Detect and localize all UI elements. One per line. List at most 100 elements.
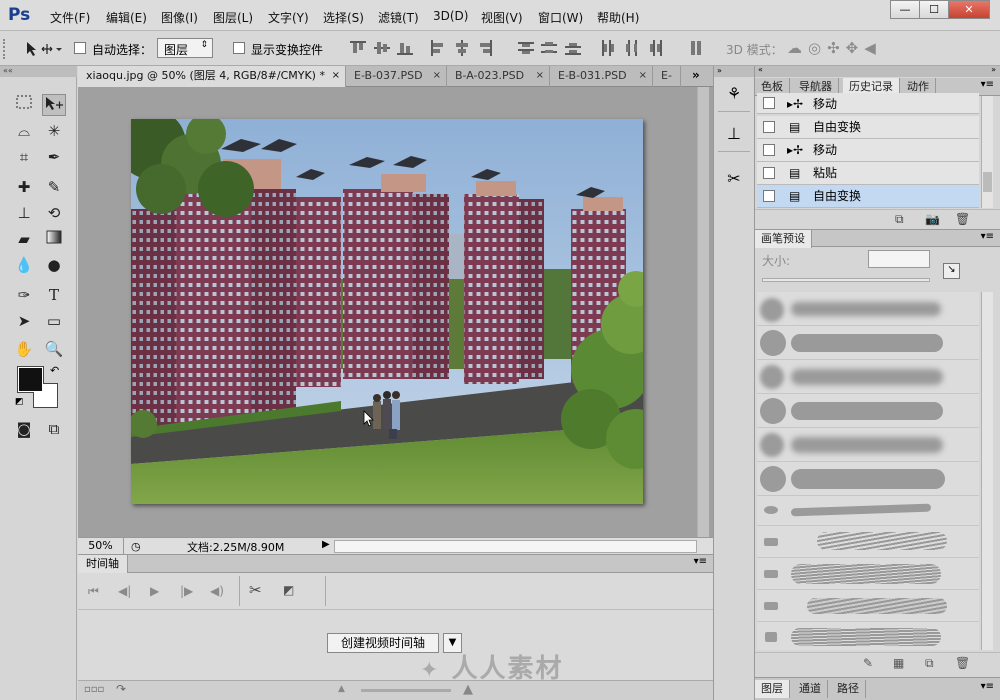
auto-align-icon[interactable] <box>688 40 704 56</box>
blur-tool-icon[interactable]: 💧 <box>12 254 36 276</box>
zoom-slider[interactable] <box>361 689 451 692</box>
auto-select-checkbox[interactable] <box>74 42 86 54</box>
distribute-hcenter-icon[interactable] <box>624 40 640 56</box>
align-right-icon[interactable] <box>477 40 493 56</box>
scroll-thumb[interactable] <box>983 172 992 192</box>
status-menu-arrow-icon[interactable]: ▶ <box>322 539 330 550</box>
align-vcenter-icon[interactable] <box>374 40 390 56</box>
brush-preset-item[interactable] <box>757 394 979 428</box>
brush-size-input[interactable] <box>868 250 930 268</box>
tab-e-overflow[interactable]: E- <box>653 66 681 87</box>
distribute-vcenter-icon[interactable] <box>541 40 557 56</box>
panel-menu-icon[interactable]: ▾≡ <box>981 231 994 242</box>
tab-xiaoqu[interactable]: xiaoqu.jpg @ 50% (图层 4, RGB/8#/CMYK) * × <box>78 66 346 87</box>
new-preset-icon[interactable]: ⧉ <box>925 656 934 671</box>
history-brush-source[interactable] <box>763 97 775 109</box>
scissors-icon[interactable]: ✂ <box>249 581 262 599</box>
collapse-icon[interactable]: » <box>991 65 996 74</box>
rectangle-tool-icon[interactable]: ▭ <box>42 310 66 332</box>
audio-icon[interactable]: ◀) <box>210 584 224 598</box>
brush-tool-icon[interactable]: ✎ <box>42 176 66 198</box>
slide-3d-icon[interactable]: ✥ <box>846 39 865 57</box>
close-tab-icon[interactable]: × <box>433 66 441 86</box>
type-tool-icon[interactable]: T <box>42 284 66 306</box>
zoom-tool-icon[interactable]: 🔍 <box>42 338 66 360</box>
gradient-tool-icon[interactable] <box>42 228 66 250</box>
delete-state-icon[interactable]: 🗑 <box>955 212 970 226</box>
lasso-tool-icon[interactable]: ⌓ <box>12 120 36 142</box>
transform-controls-checkbox[interactable] <box>233 42 245 54</box>
menu-edit[interactable]: 编辑(E) <box>106 9 147 26</box>
menu-type[interactable]: 文字(Y) <box>268 9 309 26</box>
crop-tool-icon[interactable]: ⌗ <box>12 146 36 168</box>
default-colors-icon[interactable]: ◩ <box>15 397 24 407</box>
eraser-tool-icon[interactable]: ▰ <box>12 228 36 250</box>
tab-paths[interactable]: 路径 <box>831 680 866 698</box>
history-state-current[interactable]: ▤ 自由变换 <box>757 185 979 208</box>
maximize-button[interactable]: ☐ <box>919 0 949 19</box>
brush-preset-item[interactable] <box>757 428 979 462</box>
tool-presets-icon[interactable]: ✂ <box>718 169 750 197</box>
dock-collapse[interactable]: » <box>714 66 754 77</box>
previous-frame-icon[interactable]: ◀| <box>118 584 131 598</box>
menu-select[interactable]: 选择(S) <box>323 9 364 26</box>
zoom-level[interactable]: 50% <box>78 538 124 554</box>
convert-icon[interactable]: ↷ <box>116 682 126 696</box>
menu-view[interactable]: 视图(V) <box>481 9 523 26</box>
horizontal-scrollbar[interactable] <box>334 540 697 553</box>
tab-layers[interactable]: 图层 <box>755 680 790 698</box>
swap-colors-icon[interactable]: ↶ <box>50 364 59 377</box>
status-info-icon[interactable]: ◷ <box>131 540 141 553</box>
distribute-top-icon[interactable] <box>518 40 534 56</box>
timeline-tab[interactable]: 时间轴 <box>78 555 128 573</box>
brush-panel-icon[interactable]: ⚘ <box>718 84 750 112</box>
history-brush-source[interactable] <box>763 167 775 179</box>
menu-help[interactable]: 帮助(H) <box>597 9 639 26</box>
tab-overflow-icon[interactable]: » <box>692 68 700 82</box>
brush-preset-item[interactable] <box>757 526 979 558</box>
brush-preset-item[interactable] <box>757 292 979 326</box>
zoom-out-icon[interactable]: ▲ <box>338 684 345 694</box>
brush-preset-item[interactable] <box>757 326 979 360</box>
tab-brush-presets[interactable]: 画笔预设 <box>755 230 812 248</box>
panel-menu-icon[interactable]: ▾≡ <box>981 79 994 90</box>
brush-preset-item[interactable] <box>757 462 979 496</box>
history-brush-source[interactable] <box>763 144 775 156</box>
move-tool-preset[interactable] <box>24 39 64 59</box>
history-brush-source[interactable] <box>763 190 775 202</box>
delete-preset-icon[interactable]: 🗑 <box>955 656 970 670</box>
expand-icon[interactable]: « <box>758 65 763 74</box>
drag-3d-icon[interactable]: ✣ <box>827 39 846 57</box>
brush-preset-item[interactable] <box>757 360 979 394</box>
foreground-color-front[interactable] <box>18 367 43 392</box>
distribute-bottom-icon[interactable] <box>565 40 581 56</box>
minimize-button[interactable]: — <box>890 0 920 19</box>
brush-size-slider[interactable] <box>762 278 930 282</box>
history-state[interactable]: ▸✢ 移动 <box>757 93 979 114</box>
close-button[interactable]: ✕ <box>948 0 990 19</box>
healing-brush-tool-icon[interactable]: ✚ <box>12 176 36 198</box>
pen-tool-icon[interactable]: ✑ <box>12 284 36 306</box>
panel-menu-icon[interactable]: ▾≡ <box>981 681 994 692</box>
quick-mask-icon[interactable]: ◙ <box>12 418 36 440</box>
panel-menu-icon[interactable]: ▾≡ <box>694 556 707 567</box>
distribute-right-icon[interactable] <box>647 40 663 56</box>
align-left-icon[interactable] <box>430 40 446 56</box>
brush-preset-item[interactable] <box>757 496 979 526</box>
magic-wand-tool-icon[interactable]: ✳ <box>42 120 66 142</box>
move-tool-icon[interactable] <box>42 94 66 116</box>
history-state[interactable]: ▤ 自由变换 <box>757 116 979 139</box>
history-brush-source[interactable] <box>763 121 775 133</box>
rotate-3d-icon[interactable]: ☁ <box>787 39 808 57</box>
history-scrollbar[interactable] <box>981 96 993 208</box>
align-top-icon[interactable] <box>350 40 366 56</box>
close-tab-icon[interactable]: × <box>332 66 340 86</box>
menu-3d[interactable]: 3D(D) <box>433 9 468 23</box>
tab-channels[interactable]: 通道 <box>793 680 828 698</box>
menu-image[interactable]: 图像(I) <box>161 9 198 26</box>
history-brush-tool-icon[interactable]: ⟲ <box>42 202 66 224</box>
vertical-scrollbar[interactable] <box>697 87 709 537</box>
menu-file[interactable]: 文件(F) <box>50 9 90 26</box>
tab-e-b-037[interactable]: E-B-037.PSD × <box>346 66 447 87</box>
menu-window[interactable]: 窗口(W) <box>538 9 583 26</box>
